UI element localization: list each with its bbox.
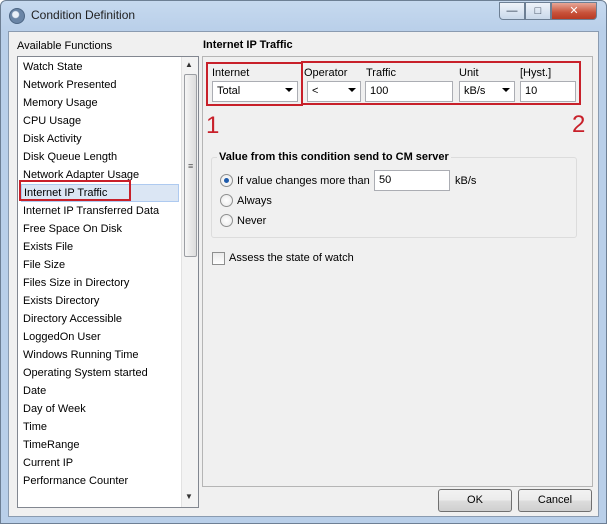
function-list-item[interactable]: CPU Usage <box>21 112 179 130</box>
radio-always[interactable] <box>220 194 233 207</box>
scroll-up-arrow-icon[interactable]: ▲ <box>185 60 193 69</box>
function-list-item[interactable]: Network Presented <box>21 76 179 94</box>
scrollbar-thumb[interactable]: ≡ <box>184 74 197 257</box>
maximize-button[interactable]: □ <box>525 2 551 20</box>
close-button[interactable]: ✕ <box>551 2 597 20</box>
minimize-button[interactable]: — <box>499 2 525 20</box>
function-list-item[interactable]: Directory Accessible <box>21 310 179 328</box>
radio-always-label[interactable]: Always <box>237 195 272 207</box>
group-title: Value from this condition send to CM ser… <box>217 151 451 163</box>
title-bar[interactable]: Condition Definition — □ ✕ <box>1 1 606 31</box>
function-list-item[interactable]: Watch State <box>21 58 179 76</box>
function-list-item[interactable]: Performance Counter <box>21 472 179 490</box>
window-title: Condition Definition <box>31 8 136 22</box>
function-list-item[interactable]: Date <box>21 382 179 400</box>
assess-state-checkbox[interactable] <box>212 252 225 265</box>
function-list-item[interactable]: Exists File <box>21 238 179 256</box>
available-functions-list[interactable]: Watch State Network Presented Memory Usage… <box>17 56 199 508</box>
function-list-item[interactable]: LoggedOn User <box>21 328 179 346</box>
highlight-box-1 <box>19 180 131 201</box>
ok-button[interactable]: OK <box>438 489 512 512</box>
function-list-item[interactable]: Free Space On Disk <box>21 220 179 238</box>
annotation-number-2: 2 <box>572 111 586 138</box>
highlight-box-internet <box>206 62 303 106</box>
radio-never-label[interactable]: Never <box>237 215 266 227</box>
function-list-item[interactable]: Memory Usage <box>21 94 179 112</box>
app-icon <box>9 8 25 24</box>
function-list-item[interactable]: Disk Queue Length <box>21 148 179 166</box>
scrollbar-grip-icon: ≡ <box>188 161 194 171</box>
highlight-box-2 <box>301 61 581 105</box>
cancel-button[interactable]: Cancel <box>518 489 592 512</box>
function-list-item[interactable]: Exists Directory <box>21 292 179 310</box>
change-unit-label: kB/s <box>455 175 477 187</box>
assess-state-label[interactable]: Assess the state of watch <box>229 252 354 264</box>
function-list-item[interactable]: Time <box>21 418 179 436</box>
scroll-down-arrow-icon[interactable]: ▼ <box>185 492 193 501</box>
radio-if-value-changes[interactable] <box>220 174 233 187</box>
function-list-item[interactable]: Day of Week <box>21 400 179 418</box>
function-list-item[interactable]: Current IP <box>21 454 179 472</box>
list-vertical-scrollbar[interactable]: ▲ ≡ ▼ <box>181 57 198 507</box>
function-list-item[interactable]: Disk Activity <box>21 130 179 148</box>
change-threshold-input[interactable]: 50 <box>374 170 450 191</box>
condition-definition-window: Condition Definition — □ ✕ Available Fun… <box>0 0 607 524</box>
annotation-number-1: 1 <box>206 112 220 139</box>
function-list-item[interactable]: Files Size in Directory <box>21 274 179 292</box>
function-list-item[interactable]: Windows Running Time <box>21 346 179 364</box>
available-functions-label: Available Functions <box>17 40 113 52</box>
function-list-item[interactable]: Operating System started <box>21 364 179 382</box>
radio-if-value-changes-label[interactable]: If value changes more than <box>237 175 370 187</box>
dialog-client-area: Available Functions Watch State Network P… <box>8 31 599 517</box>
radio-never[interactable] <box>220 214 233 227</box>
function-list-item[interactable]: Internet IP Transferred Data <box>21 202 179 220</box>
condition-settings-panel: Internet Total 1 Operator < Traffic 100 … <box>202 56 593 487</box>
panel-title: Internet IP Traffic <box>203 39 293 51</box>
function-list-item[interactable]: TimeRange <box>21 436 179 454</box>
function-list-item[interactable]: File Size <box>21 256 179 274</box>
